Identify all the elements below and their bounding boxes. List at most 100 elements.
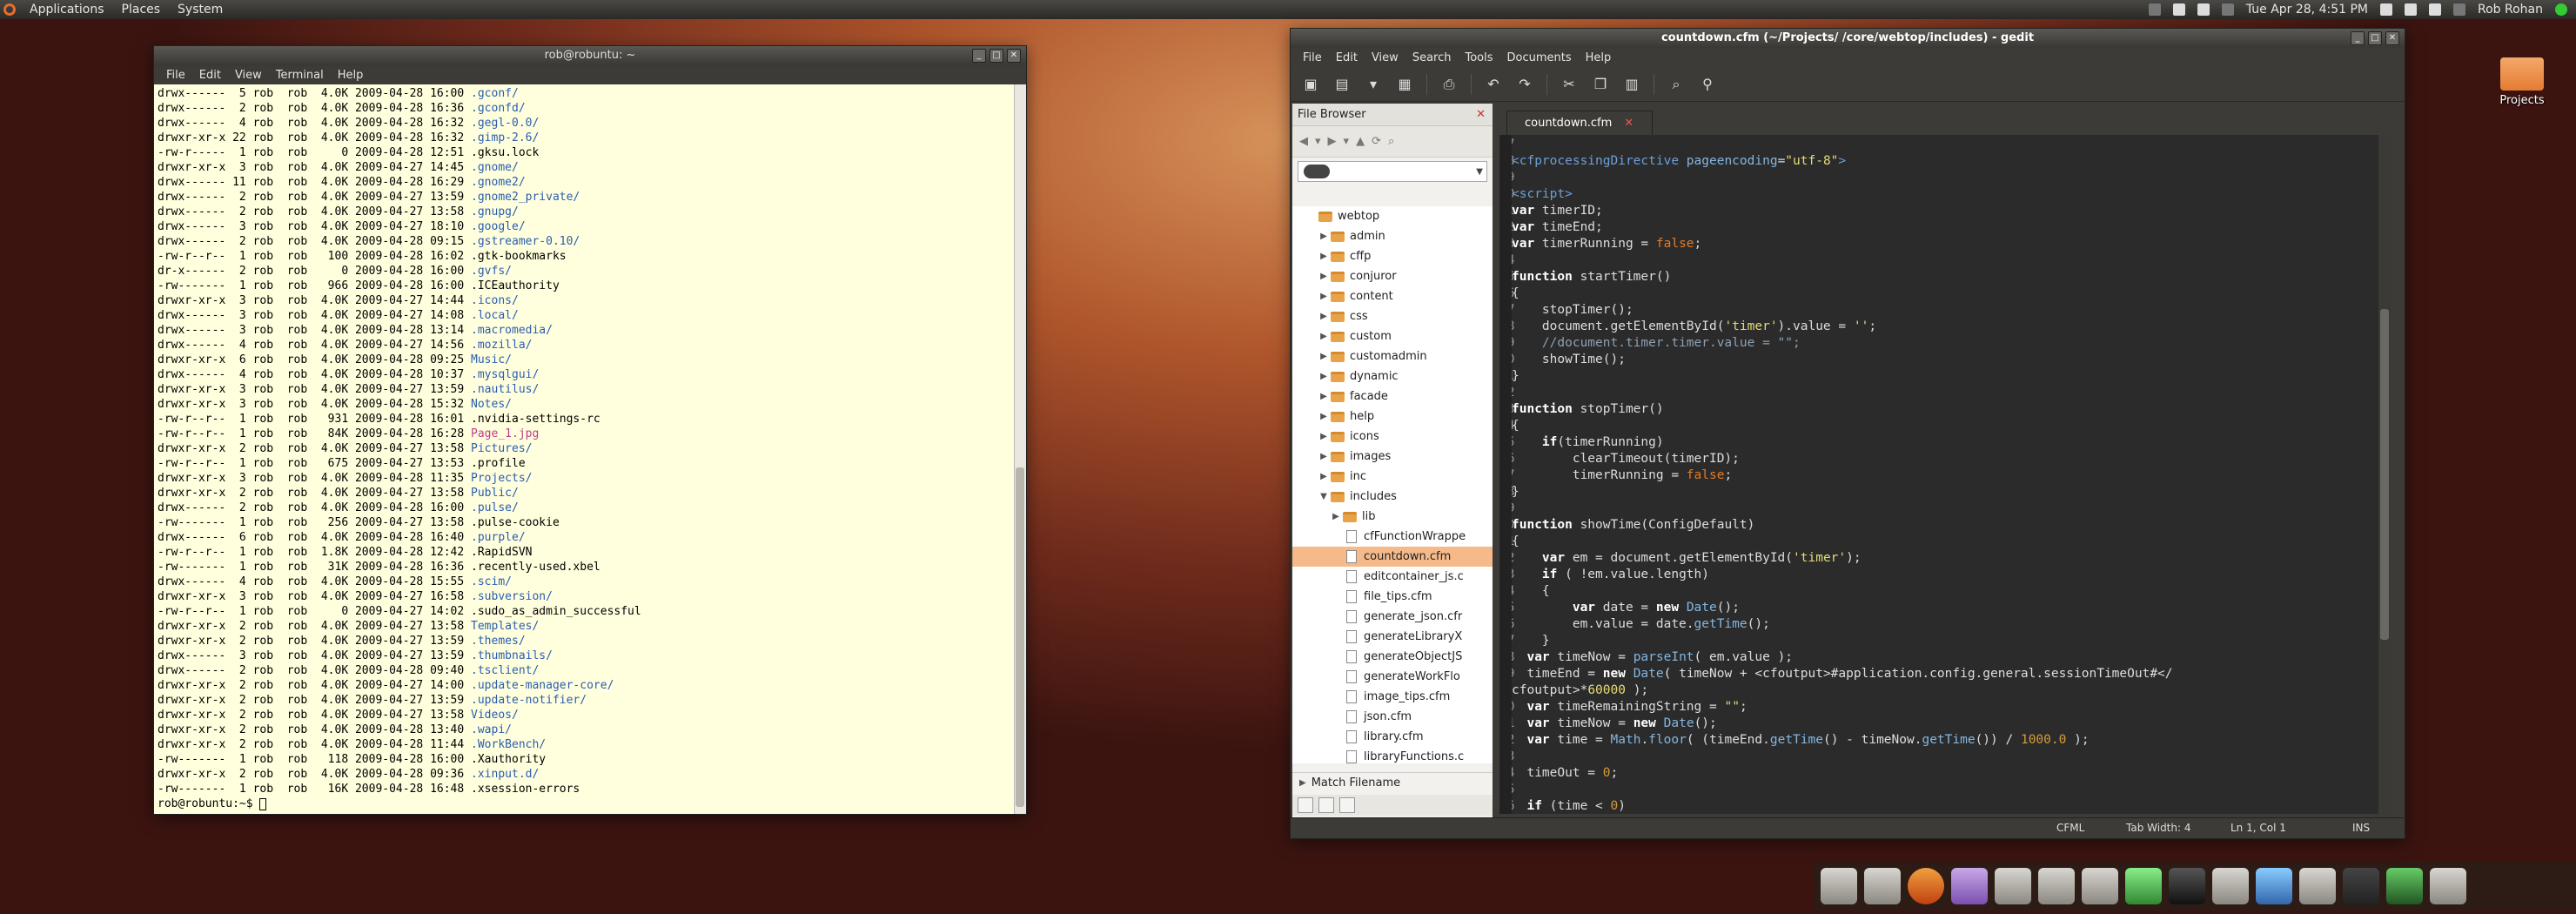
forward-dropdown-icon[interactable]: ▾	[1344, 135, 1350, 148]
expander-icon[interactable]: ▶	[1317, 432, 1331, 441]
dock-app-icon[interactable]	[2386, 868, 2423, 904]
documents-tab-icon[interactable]	[1298, 797, 1313, 813]
close-pane-icon[interactable]: ✕	[1476, 108, 1486, 121]
tab-width-selector[interactable]: Tab Width: 4	[2126, 822, 2190, 834]
match-filename-row[interactable]: ▶ Match Filename	[1292, 772, 1493, 793]
minimize-icon[interactable]: _	[2351, 31, 2365, 45]
dock-app-icon[interactable]	[2212, 868, 2249, 904]
print-icon[interactable]: ⎙	[1436, 71, 1462, 97]
tree-file[interactable]: countdown.cfm	[1292, 547, 1493, 567]
tree-folder[interactable]: ▶ images	[1292, 447, 1493, 467]
desktop-projects-folder[interactable]: Projects	[2485, 57, 2559, 107]
dock-terminal-icon[interactable]	[2169, 868, 2205, 904]
menu-documents[interactable]: Documents	[1500, 51, 1579, 64]
expander-icon[interactable]: ▶	[1329, 512, 1343, 521]
tree-file[interactable]: image_tips.cfm	[1292, 687, 1493, 707]
system-menu[interactable]: System	[169, 3, 231, 17]
filter-icon[interactable]: ⌕	[1388, 135, 1394, 148]
tree-folder[interactable]: ▶ facade	[1292, 386, 1493, 407]
applet-icon[interactable]	[2148, 3, 2161, 16]
dock-app-icon[interactable]	[2038, 868, 2075, 904]
code-view[interactable]: 2728<cfprocessingDirective pageencoding=…	[1512, 135, 2387, 814]
redo-icon[interactable]: ↷	[1512, 71, 1538, 97]
expander-icon[interactable]: ▶	[1317, 232, 1331, 241]
minimize-icon[interactable]: _	[972, 49, 986, 63]
tree-file[interactable]: generateObjectJS	[1292, 647, 1493, 667]
close-icon[interactable]: ✕	[2385, 31, 2399, 45]
terminal-output[interactable]: drwx------ 5 rob rob 4.0K 2009-04-28 16:…	[154, 84, 1026, 814]
location-combo[interactable]: ▼	[1298, 161, 1487, 182]
expander-icon[interactable]: ▶	[1299, 778, 1306, 788]
expander-icon[interactable]: ▶	[1317, 412, 1331, 421]
dock-app-icon[interactable]	[1821, 868, 1857, 904]
tree-file[interactable]: generateWorkFlo	[1292, 667, 1493, 687]
dock-pidgin-icon[interactable]	[1951, 868, 1988, 904]
find-icon[interactable]: ⌕	[1663, 71, 1689, 97]
menu-file[interactable]: File	[1296, 51, 1329, 64]
undo-icon[interactable]: ↶	[1480, 71, 1506, 97]
expander-icon[interactable]: ▶	[1317, 392, 1331, 401]
tree-file[interactable]: cfFunctionWrappe	[1292, 527, 1493, 547]
find-replace-icon[interactable]: ⚲	[1694, 71, 1721, 97]
dock-app-icon[interactable]	[1995, 868, 2031, 904]
menu-search[interactable]: Search	[1405, 51, 1459, 64]
new-document-icon[interactable]: ▣	[1298, 71, 1324, 97]
tree-file[interactable]: generate_json.cfr	[1292, 607, 1493, 627]
refresh-icon[interactable]: ⟳	[1372, 135, 1381, 148]
menu-edit[interactable]: Edit	[1329, 51, 1365, 64]
tree-folder[interactable]: ▶ help	[1292, 407, 1493, 427]
back-dropdown-icon[interactable]: ▾	[1315, 135, 1321, 148]
status-icon[interactable]	[2453, 3, 2465, 16]
menu-terminal[interactable]: Terminal	[269, 69, 331, 82]
dock-firefox-icon[interactable]	[1908, 868, 1944, 904]
dock-app-icon[interactable]	[2125, 868, 2162, 904]
close-icon[interactable]: ✕	[1007, 49, 1021, 63]
tree-file[interactable]: libraryFunctions.c	[1292, 747, 1493, 763]
terminal-titlebar[interactable]: rob@robuntu: ~ _ □ ✕	[154, 46, 1026, 65]
dock-app-icon[interactable]	[2299, 868, 2336, 904]
expander-icon[interactable]: ▶	[1317, 332, 1331, 341]
dock-app-icon[interactable]	[1864, 868, 1901, 904]
tree-folder[interactable]: ▶ lib	[1292, 507, 1493, 527]
expander-icon[interactable]: ▼	[1317, 492, 1331, 501]
copy-icon[interactable]: ❐	[1587, 71, 1613, 97]
expander-icon[interactable]: ▶	[1317, 452, 1331, 461]
workspace-icon[interactable]	[2197, 3, 2210, 16]
save-icon[interactable]: ▦	[1392, 71, 1418, 97]
tree-folder[interactable]: ▶ conjuror	[1292, 266, 1493, 286]
tree-file[interactable]: editcontainer_js.c	[1292, 567, 1493, 587]
expander-icon[interactable]: ▶	[1317, 312, 1331, 321]
applications-menu[interactable]: Applications	[21, 3, 113, 17]
tree-folder[interactable]: ▶ custom	[1292, 326, 1493, 346]
menu-tools[interactable]: Tools	[1458, 51, 1499, 64]
places-menu[interactable]: Places	[113, 3, 170, 17]
cut-icon[interactable]: ✂	[1556, 71, 1582, 97]
up-icon[interactable]: ▲	[1356, 135, 1365, 148]
scrollbar-thumb[interactable]	[2380, 309, 2389, 640]
expander-icon[interactable]: ▶	[1317, 272, 1331, 281]
tree-folder[interactable]: ▶ customadmin	[1292, 346, 1493, 366]
tree-file[interactable]: library.cfm	[1292, 727, 1493, 747]
ubuntu-logo-icon[interactable]	[3, 3, 16, 16]
tree-file[interactable]: generateLibraryX	[1292, 627, 1493, 647]
menu-edit[interactable]: Edit	[192, 69, 228, 82]
expander-icon[interactable]: ▶	[1317, 472, 1331, 481]
forward-icon[interactable]: ▶	[1328, 135, 1337, 148]
menu-help[interactable]: Help	[1579, 51, 1619, 64]
maximize-icon[interactable]: □	[989, 49, 1003, 63]
menu-file[interactable]: File	[159, 69, 192, 82]
user-name[interactable]: Rob Rohan	[2478, 3, 2543, 17]
back-icon[interactable]: ◀	[1299, 135, 1308, 148]
menu-help[interactable]: Help	[331, 69, 371, 82]
network-icon[interactable]	[2221, 3, 2234, 16]
close-tab-icon[interactable]: ✕	[1624, 117, 1633, 130]
code-editor[interactable]: 2728<cfprocessingDirective pageencoding=…	[1499, 135, 2391, 814]
power-icon[interactable]	[2555, 3, 2567, 16]
tree-file[interactable]: json.cfm	[1292, 707, 1493, 727]
battery-icon[interactable]	[2429, 3, 2441, 16]
tree-folder[interactable]: ▶ icons	[1292, 427, 1493, 447]
mail-icon[interactable]	[2380, 3, 2392, 16]
menu-view[interactable]: View	[228, 69, 269, 82]
language-selector[interactable]: CFML	[2056, 822, 2084, 834]
tree-folder[interactable]: ▶ content	[1292, 286, 1493, 306]
